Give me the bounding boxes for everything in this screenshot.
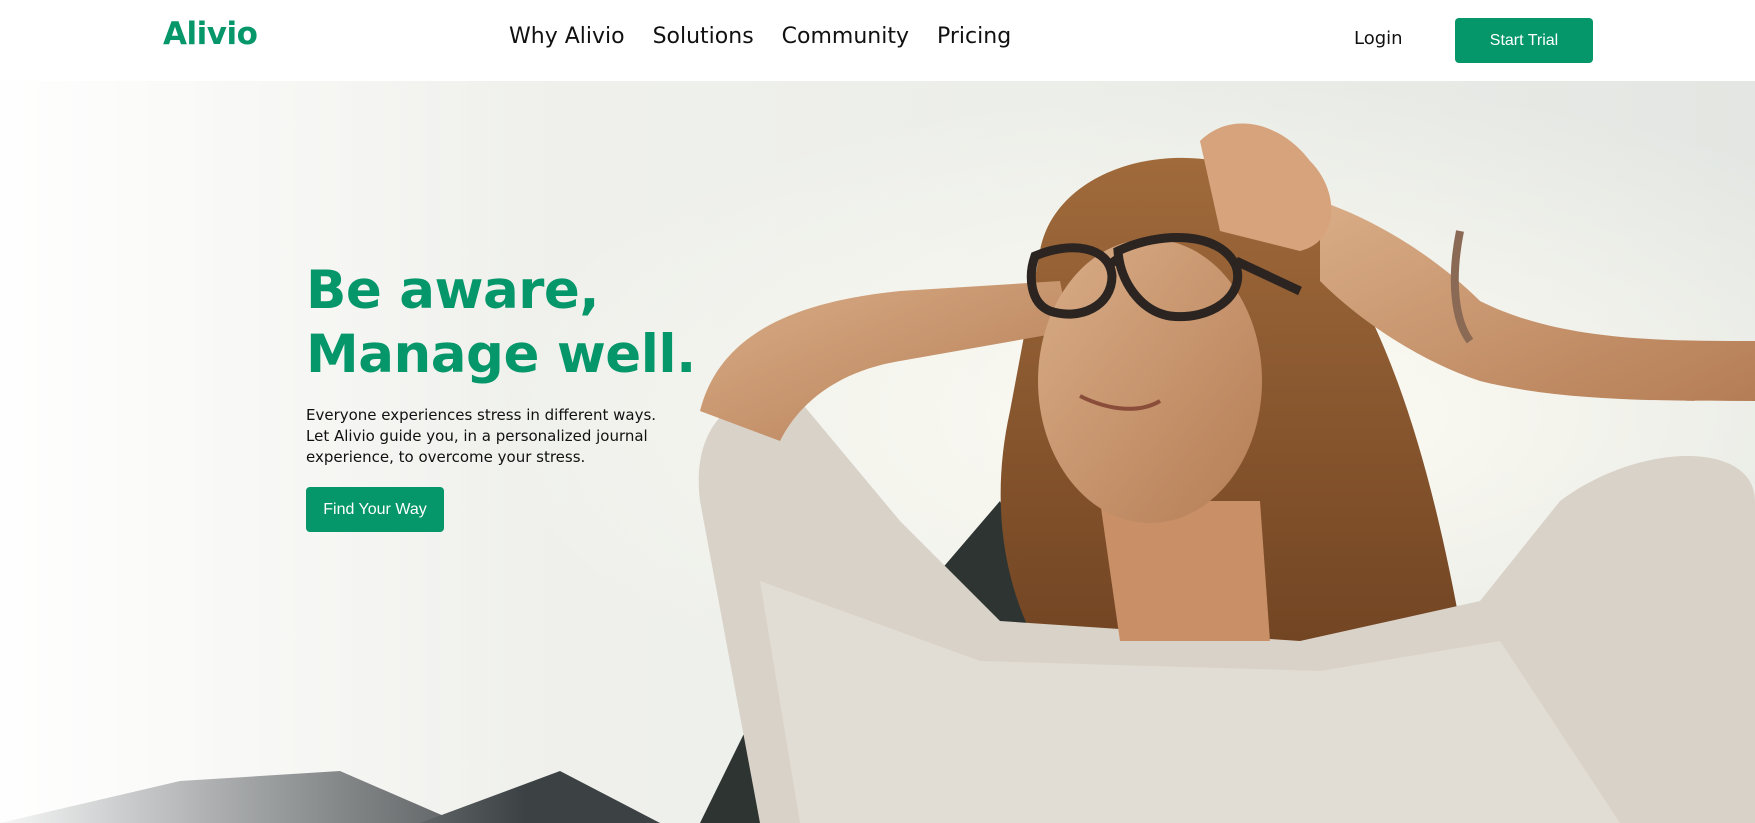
nav-why-alivio[interactable]: Why Alivio [509,24,625,49]
nav-pricing[interactable]: Pricing [937,24,1011,49]
description-line-1: Everyone experiences stress in different… [306,406,657,424]
hero-description: Everyone experiences stress in different… [306,405,696,468]
nav-solutions[interactable]: Solutions [653,24,754,49]
hero-photo [0,81,1755,823]
headline-line-2: Manage well. [306,324,696,385]
description-line-2: Let Alivio guide you, in a personalized … [306,427,648,445]
description-line-3: experience, to overcome your stress. [306,448,586,466]
start-trial-button[interactable]: Start Trial [1455,18,1593,63]
site-header: Alivio Why Alivio Solutions Community Pr… [0,0,1755,81]
nav-community[interactable]: Community [782,24,909,49]
alivio-logo[interactable]: Alivio [163,16,258,52]
find-your-way-button[interactable]: Find Your Way [306,487,444,532]
hero-section: Be aware, Manage well. Everyone experien… [0,81,1755,823]
headline-line-1: Be aware, [306,260,600,321]
login-link[interactable]: Login [1354,28,1403,49]
main-nav: Why Alivio Solutions Community Pricing [509,24,1011,49]
hero-headline: Be aware, Manage well. [306,259,696,387]
